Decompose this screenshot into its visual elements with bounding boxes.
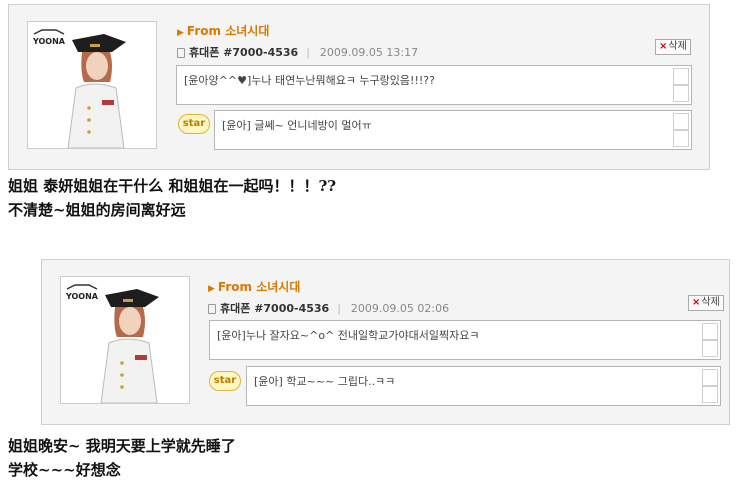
caption-line-4: 学校~~~好想念 xyxy=(8,461,121,479)
close-icon: × xyxy=(659,41,668,52)
reply-text: [윤아] 학교~~~ 그립다..ㅋㅋ xyxy=(254,375,396,388)
post-date: 2009.09.05 02:06 xyxy=(350,302,450,315)
profile-photo-illustration: YOONA xyxy=(61,277,189,403)
post-date: 2009.09.05 13:17 xyxy=(319,46,419,59)
scroll-down-button[interactable] xyxy=(702,340,718,357)
message-card-1: YOONA ▶ From 소녀시대 휴대폰 #7000-4536 | 2009.09.… xyxy=(8,4,710,170)
post-meta: 휴대폰 #7000-4536 | 2009.09.05 02:06 xyxy=(208,300,449,316)
from-label: ▶ From 소녀시대 xyxy=(177,22,269,39)
play-arrow-icon: ▶ xyxy=(208,284,215,294)
delete-label: 삭제 xyxy=(668,41,687,52)
caption-line-1: 姐姐 泰妍姐姐在干什么 和姐姐在一起吗！！！?? xyxy=(8,177,337,195)
phone-icon xyxy=(177,48,185,58)
delete-button[interactable]: ×삭제 xyxy=(655,39,691,55)
comment-text: [윤아]누나 잘자요~^o^ 전내일학교가야대서일찍자요ㅋ xyxy=(217,329,480,342)
delete-button[interactable]: ×삭제 xyxy=(688,295,724,311)
reply-box: [윤아] 글쎄~ 언니네방이 멀어ㅠ xyxy=(214,110,692,150)
scroll-down-button[interactable] xyxy=(673,130,689,147)
from-label-text: From 소녀시대 xyxy=(186,24,270,38)
scroll-down-button[interactable] xyxy=(702,386,718,403)
comment-box: [윤아]누나 잘자요~^o^ 전내일학교가야대서일찍자요ㅋ xyxy=(209,320,721,360)
comment-text: [윤아양^^♥]누나 태연누난뭐해요ㅋ 누구랑있음!!!?? xyxy=(184,74,435,87)
star-badge-label: star xyxy=(213,375,237,386)
divider: | xyxy=(337,302,341,315)
star-badge-label: star xyxy=(182,118,206,129)
author-name[interactable]: 휴대폰 #7000-4536 xyxy=(220,302,329,315)
from-label: ▶ From 소녀시대 xyxy=(208,278,300,295)
caption-line-3: 姐姐晚安~ 我明天要上学就先睡了 xyxy=(8,437,236,455)
scroll-up-button[interactable] xyxy=(673,68,689,85)
photo-logo-text: YOONA xyxy=(32,37,66,46)
phone-icon xyxy=(208,304,216,314)
delete-label: 삭제 xyxy=(701,297,720,308)
close-icon: × xyxy=(692,297,701,308)
profile-photo: YOONA xyxy=(60,276,190,404)
star-badge-icon: star xyxy=(209,371,241,391)
author-name[interactable]: 휴대폰 #7000-4536 xyxy=(189,46,298,59)
caption-line-2: 不清楚~姐姐的房间离好远 xyxy=(8,201,186,219)
profile-photo-illustration: YOONA xyxy=(28,22,156,148)
message-card-2: YOONA ▶ From 소녀시대 휴대폰 #7000-4536 | 2009.09.… xyxy=(41,259,730,425)
divider: | xyxy=(306,46,310,59)
reply-box: [윤아] 학교~~~ 그립다..ㅋㅋ xyxy=(246,366,721,406)
scroll-up-button[interactable] xyxy=(702,323,718,340)
play-arrow-icon: ▶ xyxy=(177,28,184,38)
comment-box: [윤아양^^♥]누나 태연누난뭐해요ㅋ 누구랑있음!!!?? xyxy=(176,65,692,105)
photo-logo-text: YOONA xyxy=(65,292,99,301)
star-badge-icon: star xyxy=(178,114,210,134)
reply-text: [윤아] 글쎄~ 언니네방이 멀어ㅠ xyxy=(222,119,372,132)
post-meta: 휴대폰 #7000-4536 | 2009.09.05 13:17 xyxy=(177,44,418,60)
profile-photo: YOONA xyxy=(27,21,157,149)
scroll-up-button[interactable] xyxy=(673,113,689,130)
from-label-text: From 소녀시대 xyxy=(217,280,301,294)
scroll-up-button[interactable] xyxy=(702,369,718,386)
scroll-down-button[interactable] xyxy=(673,85,689,102)
